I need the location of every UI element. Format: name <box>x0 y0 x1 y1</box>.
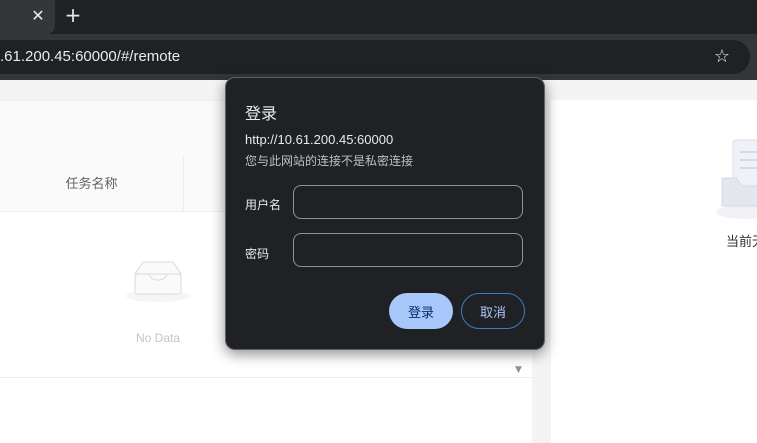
browser-toolbar: .61.200.45:60000/#/remote ☆ <box>0 34 757 80</box>
dialog-title: 登录 <box>245 106 278 123</box>
right-panel: 当前无 <box>551 100 757 443</box>
empty-box-icon <box>126 261 190 302</box>
login-button[interactable]: 登录 <box>389 293 453 329</box>
url-text[interactable]: .61.200.45:60000/#/remote <box>0 40 180 74</box>
table-bottom-border <box>0 377 532 378</box>
username-label: 用户名 <box>245 198 282 212</box>
new-tab-icon[interactable]: + <box>61 4 85 28</box>
bookmark-star-icon[interactable]: ☆ <box>714 40 730 74</box>
dialog-host: http://10.61.200.45:60000 <box>245 132 394 147</box>
browser-tabstrip: ✕ + <box>0 0 757 34</box>
empty-document-icon <box>716 139 757 219</box>
http-auth-dialog: 登录 http://10.61.200.45:60000 您与此网站的连接不是私… <box>225 77 545 350</box>
cancel-button[interactable]: 取消 <box>461 293 525 329</box>
active-tab[interactable]: ✕ <box>0 0 55 34</box>
tab-close-icon[interactable]: ✕ <box>28 6 48 26</box>
right-panel-empty-text: 当前无 <box>726 234 757 249</box>
dialog-warning: 您与此网站的连接不是私密连接 <box>245 154 414 168</box>
address-bar[interactable]: .61.200.45:60000/#/remote ☆ <box>0 40 750 74</box>
column-header-task-name[interactable]: 任务名称 <box>0 156 183 211</box>
username-input[interactable] <box>293 185 523 219</box>
password-input[interactable] <box>293 233 523 267</box>
password-label: 密码 <box>245 247 270 261</box>
table-empty-text: No Data <box>135 331 181 345</box>
column-divider <box>183 156 184 211</box>
scroll-down-arrow-icon[interactable]: ▼ <box>515 365 522 375</box>
